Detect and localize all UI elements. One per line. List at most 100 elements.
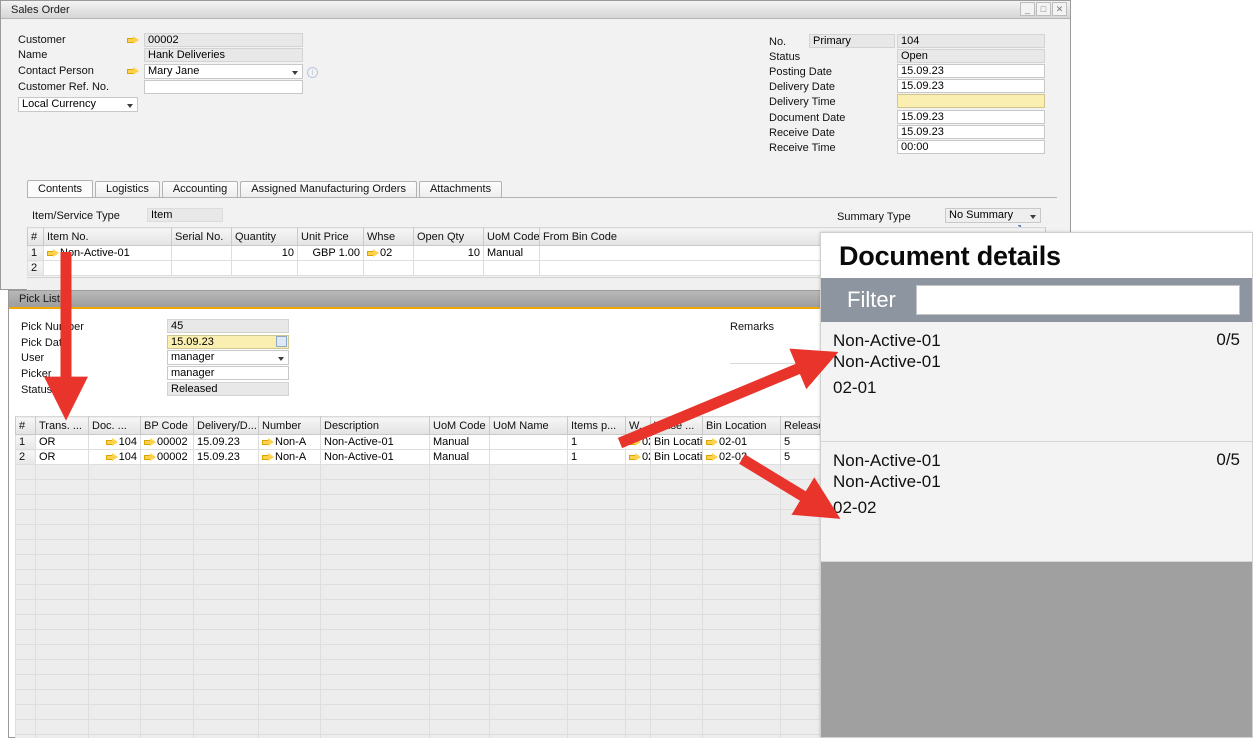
col-open-qty[interactable]: Open Qty xyxy=(414,228,484,246)
cell-empty[interactable] xyxy=(89,570,141,585)
number-link-arrow-icon[interactable] xyxy=(262,453,275,462)
cell-empty[interactable] xyxy=(490,585,568,600)
cell-empty[interactable] xyxy=(568,570,626,585)
cell-empty[interactable] xyxy=(141,465,194,480)
cell-empty[interactable] xyxy=(89,540,141,555)
cell-empty[interactable] xyxy=(321,630,430,645)
cell-empty[interactable] xyxy=(321,480,430,495)
cell-empty[interactable] xyxy=(89,735,141,738)
table-row-empty[interactable] xyxy=(16,735,824,738)
cell-empty[interactable] xyxy=(194,570,259,585)
cell-empty[interactable] xyxy=(490,465,568,480)
cell-number[interactable]: Non-A xyxy=(259,450,321,465)
field-pick-date[interactable]: 15.09.23 xyxy=(167,335,289,349)
cell-empty[interactable] xyxy=(259,510,321,525)
cell-empty[interactable] xyxy=(430,570,490,585)
cell-empty[interactable] xyxy=(194,660,259,675)
cell-empty[interactable] xyxy=(626,495,651,510)
cell-empty[interactable] xyxy=(321,495,430,510)
cell-empty[interactable] xyxy=(89,480,141,495)
whse-link-arrow-icon[interactable] xyxy=(629,453,642,462)
number-link-arrow-icon[interactable] xyxy=(262,438,275,447)
cell-empty[interactable] xyxy=(16,720,36,735)
cell-empty[interactable] xyxy=(141,600,194,615)
cell-empty[interactable] xyxy=(490,600,568,615)
cell-empty[interactable] xyxy=(430,630,490,645)
table-row-empty[interactable] xyxy=(16,630,824,645)
cell-empty[interactable] xyxy=(703,735,781,738)
cell-empty[interactable] xyxy=(626,735,651,738)
cell-empty[interactable] xyxy=(490,495,568,510)
cell-empty[interactable] xyxy=(16,735,36,738)
cell-bp-code[interactable]: 00002 xyxy=(141,450,194,465)
cell-empty[interactable] xyxy=(259,600,321,615)
col-whse[interactable]: Whse xyxy=(364,228,414,246)
col-num[interactable]: # xyxy=(16,417,36,435)
cell-empty[interactable] xyxy=(89,675,141,690)
cell-empty[interactable] xyxy=(321,600,430,615)
cell-empty[interactable] xyxy=(194,735,259,738)
table-row-empty[interactable] xyxy=(16,555,824,570)
cell-released[interactable]: 5 xyxy=(781,450,824,465)
cell-uom-name[interactable] xyxy=(490,450,568,465)
cell-empty[interactable] xyxy=(259,705,321,720)
cell-empty[interactable] xyxy=(194,480,259,495)
cell-empty[interactable] xyxy=(141,630,194,645)
cell-empty[interactable] xyxy=(626,690,651,705)
cell-empty[interactable] xyxy=(36,690,89,705)
col-serial-no[interactable]: Serial No. xyxy=(172,228,232,246)
cell-empty[interactable] xyxy=(321,465,430,480)
item-link-arrow-icon[interactable] xyxy=(47,249,60,258)
cell-empty[interactable] xyxy=(141,645,194,660)
cell-w[interactable]: 02 xyxy=(626,450,651,465)
cell-whse[interactable]: Bin Locati xyxy=(651,450,703,465)
info-icon[interactable]: i xyxy=(307,67,318,78)
cell-description[interactable]: Non-Active-01 xyxy=(321,435,430,450)
cell-empty[interactable] xyxy=(321,585,430,600)
table-row-empty[interactable] xyxy=(16,600,824,615)
cell-empty[interactable] xyxy=(16,495,36,510)
cell-empty[interactable] xyxy=(194,720,259,735)
filter-input[interactable] xyxy=(916,285,1240,315)
cell-empty[interactable] xyxy=(194,585,259,600)
cell-empty[interactable] xyxy=(568,540,626,555)
table-row-empty[interactable] xyxy=(16,465,824,480)
cell-empty[interactable] xyxy=(703,675,781,690)
cell-empty[interactable] xyxy=(430,720,490,735)
cell-whse[interactable]: Bin Locati xyxy=(651,435,703,450)
cell-empty[interactable] xyxy=(321,510,430,525)
cell-empty[interactable] xyxy=(568,615,626,630)
field-picker[interactable]: manager xyxy=(167,366,289,380)
cell-empty[interactable] xyxy=(16,615,36,630)
cell-serial-no[interactable] xyxy=(172,246,232,261)
cell-empty[interactable] xyxy=(703,555,781,570)
cell-empty[interactable] xyxy=(89,585,141,600)
cell-empty[interactable] xyxy=(651,645,703,660)
cell-empty[interactable] xyxy=(259,525,321,540)
cell-empty[interactable] xyxy=(194,645,259,660)
col-num[interactable]: # xyxy=(28,228,44,246)
cell-empty[interactable] xyxy=(568,555,626,570)
field-receive-date[interactable]: 15.09.23 xyxy=(897,125,1045,139)
cell-bin-location[interactable]: 02-02 xyxy=(703,450,781,465)
cell-empty[interactable] xyxy=(490,480,568,495)
col-uom-code[interactable]: UoM Code xyxy=(430,417,490,435)
cell-serial-no[interactable] xyxy=(172,261,232,276)
cell-empty[interactable] xyxy=(781,465,824,480)
cell-empty[interactable] xyxy=(651,555,703,570)
cell-empty[interactable] xyxy=(36,480,89,495)
cell-empty[interactable] xyxy=(568,690,626,705)
cell-empty[interactable] xyxy=(703,705,781,720)
field-user[interactable]: manager xyxy=(167,350,289,365)
cell-empty[interactable] xyxy=(36,660,89,675)
cell-empty[interactable] xyxy=(36,555,89,570)
cell-empty[interactable] xyxy=(626,585,651,600)
field-document-date[interactable]: 15.09.23 xyxy=(897,110,1045,124)
cell-empty[interactable] xyxy=(321,555,430,570)
bin-link-arrow-icon[interactable] xyxy=(706,453,719,462)
cell-empty[interactable] xyxy=(490,525,568,540)
cell-empty[interactable] xyxy=(141,675,194,690)
cell-uom-code[interactable] xyxy=(484,261,540,276)
cell-empty[interactable] xyxy=(16,510,36,525)
tab-logistics[interactable]: Logistics xyxy=(95,181,160,198)
